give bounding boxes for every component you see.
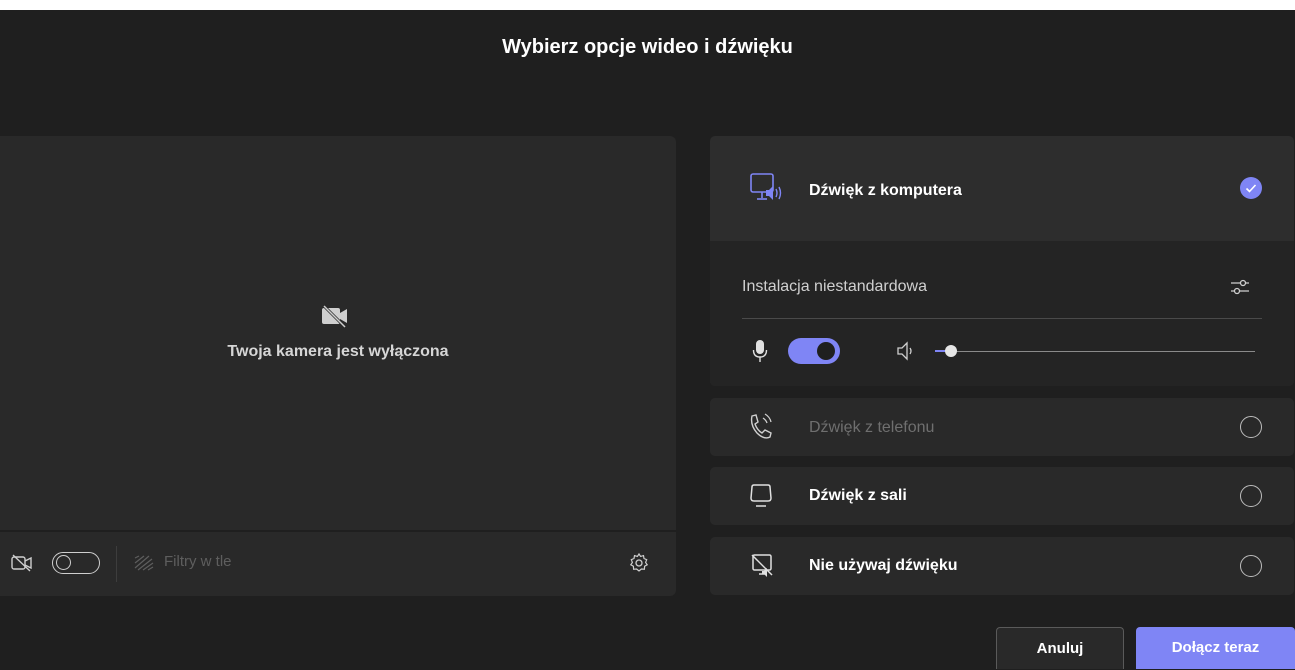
speaker-icon: [897, 341, 912, 361]
audio-option-label: Dźwięk z telefonu: [809, 419, 935, 436]
camera-toggle[interactable]: [52, 552, 100, 574]
audio-option-room[interactable]: Dźwięk z sali: [710, 467, 1294, 525]
computer-audio-icon: [750, 173, 782, 200]
no-audio-icon: [751, 554, 773, 577]
camera-off-text: Twoja kamera jest wyłączona: [227, 343, 449, 360]
divider: [742, 318, 1262, 319]
custom-setup-label: Instalacja niestandardowa: [742, 278, 928, 295]
divider: [116, 546, 117, 582]
audio-option-computer-header[interactable]: Dźwięk z komputera: [710, 136, 1294, 241]
audio-option-phone[interactable]: Dźwięk z telefonu: [710, 398, 1294, 456]
dialog-title: Wybierz opcje wideo i dźwięku: [502, 36, 793, 58]
audio-option-label: Nie używaj dźwięku: [809, 557, 958, 574]
audio-option-none[interactable]: Nie używaj dźwięku: [710, 537, 1294, 595]
microphone-toggle[interactable]: [788, 338, 840, 364]
device-settings-icon[interactable]: [1228, 275, 1252, 299]
option-radio[interactable]: [1240, 485, 1262, 507]
microphone-icon: [752, 340, 768, 362]
selected-check-icon: [1240, 177, 1262, 199]
volume-slider-thumb[interactable]: [945, 345, 957, 357]
audio-option-label: Dźwięk z komputera: [809, 182, 962, 199]
camera-off-icon: [322, 304, 347, 329]
join-now-button[interactable]: Dołącz teraz: [1136, 627, 1295, 669]
settings-gear-icon[interactable]: [628, 552, 650, 574]
video-controls-bar: Filtry w tle: [0, 531, 676, 596]
camera-off-icon: [11, 554, 32, 572]
audio-option-computer[interactable]: Dźwięk z komputera Instalacja niestandar…: [710, 136, 1294, 386]
cancel-button[interactable]: Anuluj: [996, 627, 1124, 669]
audio-option-label: Dźwięk z sali: [809, 487, 907, 504]
top-edge: [0, 0, 1295, 10]
room-audio-icon: [750, 484, 772, 507]
background-filters-icon: [134, 555, 154, 571]
volume-slider-track[interactable]: [935, 351, 1255, 352]
phone-audio-icon: [750, 413, 772, 439]
custom-setup-panel: Instalacja niestandardowa: [710, 241, 1294, 386]
video-preview: [0, 136, 676, 530]
background-filters-button[interactable]: Filtry w tle: [164, 553, 232, 570]
option-radio[interactable]: [1240, 555, 1262, 577]
option-radio[interactable]: [1240, 416, 1262, 438]
